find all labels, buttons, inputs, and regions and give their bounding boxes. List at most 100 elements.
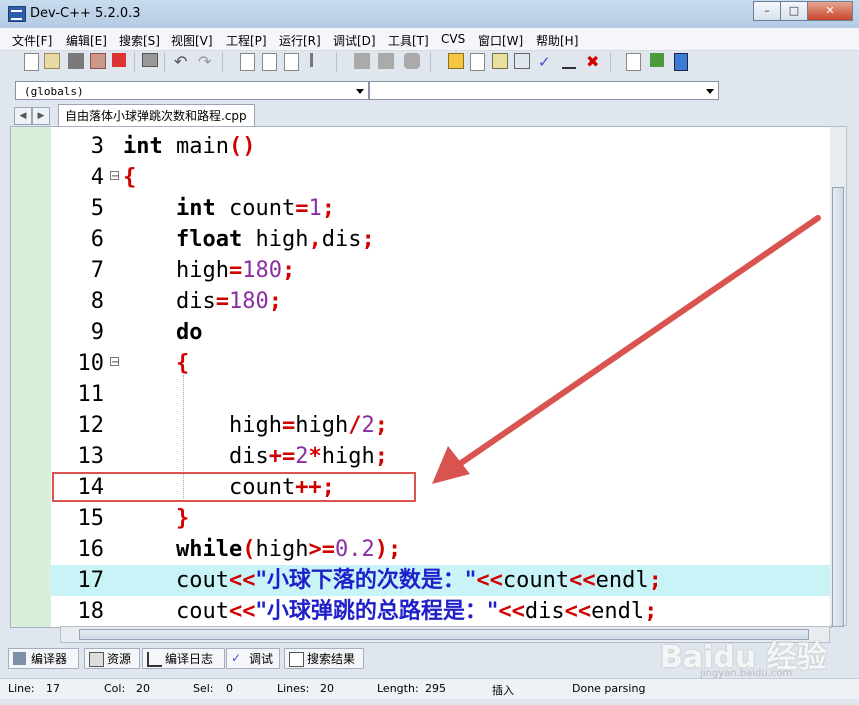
- code-line: 12 high=high/2;: [51, 410, 831, 441]
- line-number: 16: [77, 537, 105, 562]
- menu-tools[interactable]: 工具[T]: [388, 32, 429, 49]
- close-button[interactable]: ✕: [807, 1, 853, 21]
- fold-toggle-icon[interactable]: −: [110, 171, 119, 182]
- compile-icon[interactable]: [448, 53, 464, 69]
- toolbar: ↶ ↷ ✓ ✖: [8, 51, 708, 75]
- status-line-value: 17: [46, 682, 60, 695]
- tab-debug[interactable]: ✓ 调试: [226, 648, 280, 669]
- profile-icon[interactable]: [562, 53, 576, 69]
- code-text: cout<<"小球弹跳的总路程是："<<dis<<endl;: [123, 598, 658, 624]
- redo-icon[interactable]: ↷: [198, 53, 216, 71]
- menu-view[interactable]: 视图[V]: [171, 32, 213, 49]
- toolbar-separator: [164, 52, 165, 72]
- vertical-scrollbar[interactable]: [830, 126, 847, 627]
- close-file-icon[interactable]: [112, 53, 126, 67]
- save-all-icon[interactable]: [90, 53, 106, 69]
- line-number: 15: [77, 506, 105, 531]
- replace-icon[interactable]: [262, 53, 277, 71]
- tab-compile-log[interactable]: 编译日志: [142, 648, 225, 669]
- stop-execution-icon[interactable]: ✖: [586, 53, 604, 71]
- remove-from-project-icon[interactable]: [404, 53, 420, 69]
- new-project-icon[interactable]: [354, 53, 370, 69]
- code-line: 16 while(high>=0.2);: [51, 534, 831, 565]
- minimize-button[interactable]: –: [753, 1, 781, 21]
- save-icon[interactable]: [68, 53, 84, 69]
- menu-bar: 文件[F] 编辑[E] 搜索[S] 视图[V] 工程[P] 运行[R] 调试[D…: [0, 28, 859, 51]
- line-number: 6: [90, 227, 104, 252]
- menu-run[interactable]: 运行[R]: [279, 32, 321, 49]
- menu-cvs[interactable]: CVS: [441, 32, 465, 46]
- tab-compiler[interactable]: 编译器: [8, 648, 79, 669]
- tab-scroll-left-button[interactable]: ◀: [14, 107, 32, 125]
- code-text: while(high>=0.2);: [175, 537, 402, 562]
- open-file-icon[interactable]: [44, 53, 60, 69]
- code-text: high=180;: [123, 258, 296, 283]
- about-icon[interactable]: [674, 53, 688, 71]
- window-title: Dev-C++ 5.2.0.3: [30, 6, 141, 21]
- line-number: 8: [90, 289, 104, 314]
- menu-file[interactable]: 文件[F]: [12, 32, 52, 49]
- title-bar[interactable]: Dev-C++ 5.2.0.3 – □ ✕: [0, 0, 859, 28]
- undo-icon[interactable]: ↶: [174, 53, 192, 71]
- editor-tab-row: ◀ ▶ 自由落体小球弹跳次数和路程.cpp: [8, 104, 838, 126]
- status-lines-value: 20: [320, 682, 334, 695]
- code-text: cout<<"小球下落的次数是："<<count<<endl;: [123, 567, 662, 593]
- code-text: {: [123, 165, 137, 190]
- menu-project[interactable]: 工程[P]: [226, 32, 267, 49]
- code-line: 6 float high,dis;: [51, 224, 831, 255]
- code-line: 3 int main(): [51, 131, 831, 162]
- print-icon[interactable]: [142, 53, 158, 67]
- line-number: 17: [77, 568, 105, 593]
- chevron-down-icon: [356, 89, 364, 94]
- status-length-label: Length:: [377, 682, 419, 695]
- line-number: 4: [90, 165, 104, 190]
- vertical-scroll-thumb[interactable]: [832, 187, 844, 627]
- code-line: 7 high=180;: [51, 255, 831, 286]
- code-text: dis+=2*high;: [123, 444, 388, 469]
- tab-scroll-right-button[interactable]: ▶: [32, 107, 50, 125]
- check-syntax-icon[interactable]: ✓: [538, 53, 556, 71]
- menu-help[interactable]: 帮助[H]: [536, 32, 578, 49]
- code-line: 10 − {: [51, 348, 831, 379]
- new-class-icon[interactable]: [650, 53, 664, 67]
- menu-search[interactable]: 搜索[S]: [119, 32, 160, 49]
- find-next-icon[interactable]: [284, 53, 299, 71]
- member-combo[interactable]: [369, 81, 719, 100]
- project-options-icon[interactable]: [626, 53, 641, 71]
- run-icon[interactable]: [470, 53, 485, 71]
- line-number: 18: [77, 599, 105, 624]
- tab-search-results[interactable]: 搜索结果: [284, 648, 364, 669]
- status-col-label: Col:: [104, 682, 126, 695]
- fold-toggle-icon[interactable]: −: [110, 357, 119, 368]
- code-text: float high,dis;: [175, 227, 375, 252]
- maximize-button[interactable]: □: [780, 1, 808, 21]
- menu-edit[interactable]: 编辑[E]: [66, 32, 107, 49]
- scope-combo-value: (globals): [24, 85, 84, 98]
- check-icon: ✓: [231, 651, 242, 665]
- add-to-project-icon[interactable]: [378, 53, 394, 69]
- scope-combo[interactable]: (globals): [15, 81, 369, 100]
- code-editor[interactable]: 3 int main() 4 − { 5 int count=1; 6 floa…: [10, 126, 832, 628]
- code-line-highlighted: 17 cout<<"小球下落的次数是："<<count<<endl;: [51, 565, 831, 596]
- compile-run-icon[interactable]: [492, 53, 508, 69]
- file-tab[interactable]: 自由落体小球弹跳次数和路程.cpp: [58, 104, 255, 126]
- line-number: 11: [77, 382, 105, 407]
- status-length-value: 295: [425, 682, 446, 695]
- new-file-icon[interactable]: [24, 53, 39, 71]
- status-message: Done parsing: [572, 682, 646, 695]
- goto-line-icon[interactable]: [310, 53, 325, 67]
- search-icon: [289, 652, 304, 667]
- menu-window[interactable]: 窗口[W]: [478, 32, 523, 49]
- line-number: 5: [90, 196, 104, 221]
- code-line: 9 do: [51, 317, 831, 348]
- menu-debug[interactable]: 调试[D]: [333, 32, 376, 49]
- tab-resources[interactable]: 资源: [84, 648, 140, 669]
- rebuild-all-icon[interactable]: [514, 53, 530, 69]
- code-text: dis=180;: [123, 289, 282, 314]
- tab-compile-log-label: 编译日志: [165, 652, 214, 666]
- code-line: 18 cout<<"小球弹跳的总路程是："<<dis<<endl;: [51, 596, 831, 627]
- toolbar-separator: [222, 52, 223, 72]
- code-line: 11: [51, 379, 831, 410]
- find-icon[interactable]: [240, 53, 255, 71]
- watermark-url: jingyan.baidu.com: [700, 668, 793, 679]
